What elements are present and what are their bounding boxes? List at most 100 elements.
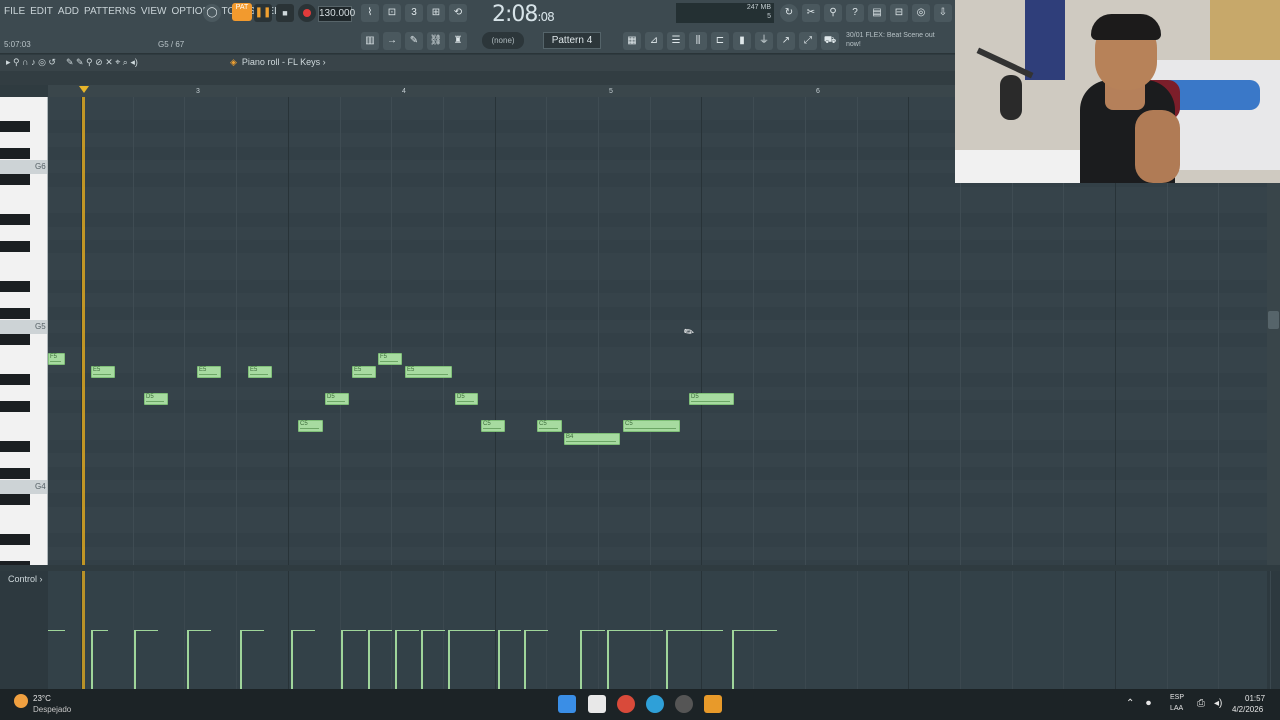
chat-icon[interactable]: ◎	[912, 4, 930, 22]
piano-note[interactable]: D5	[689, 393, 734, 405]
weather-description[interactable]: Despejado	[33, 705, 71, 714]
language-code[interactable]: ESP	[1170, 694, 1184, 701]
clock-time[interactable]: 01:57	[1245, 694, 1265, 703]
velocity-grid[interactable]	[48, 571, 1272, 689]
piano-keyboard[interactable]: G6 G5 G4	[0, 97, 48, 565]
weather-sun-icon[interactable]	[14, 694, 28, 708]
black-key[interactable]	[0, 280, 30, 292]
black-key[interactable]	[0, 214, 30, 226]
scrollbar-thumb[interactable]	[1268, 311, 1279, 329]
piano-note[interactable]: C5	[298, 420, 323, 432]
menu-view[interactable]: VIEW	[141, 6, 167, 17]
mixer-icon[interactable]: ⊟	[890, 4, 908, 22]
velocity-stem[interactable]	[498, 630, 500, 689]
countdown-icon[interactable]: 3	[405, 4, 423, 22]
velocity-stem[interactable]	[240, 630, 242, 689]
microphone-icon[interactable]: ⚲	[824, 4, 842, 22]
velocity-stem[interactable]	[368, 630, 370, 689]
cart-icon[interactable]: ⛟	[821, 32, 839, 50]
link-icon[interactable]: ⛓	[427, 32, 445, 50]
black-key[interactable]	[0, 174, 30, 186]
vertical-scrollbar[interactable]	[1267, 183, 1280, 565]
piano-roll-icon[interactable]: ⊿	[645, 32, 663, 50]
piano-note[interactable]: E5	[352, 366, 376, 378]
playhead-line[interactable]	[82, 97, 85, 565]
velocity-stem[interactable]	[448, 630, 450, 689]
mic-tray-icon[interactable]: ⏺	[1146, 698, 1151, 709]
black-key[interactable]	[0, 147, 30, 159]
black-key[interactable]	[0, 121, 30, 132]
playlist-icon[interactable]: ▦	[623, 32, 641, 50]
obs-icon[interactable]	[675, 695, 693, 713]
clock-date[interactable]: 4/2/2026	[1232, 705, 1263, 714]
mixer-view-icon[interactable]: ⫼	[689, 32, 707, 50]
file-explorer-icon[interactable]	[588, 695, 606, 713]
download-icon[interactable]: ⇩	[934, 4, 952, 22]
snap-select[interactable]: (none)	[482, 32, 524, 49]
loop-record-icon[interactable]: ⟲	[449, 4, 467, 22]
black-key[interactable]	[0, 374, 30, 386]
start-windows-icon[interactable]	[558, 695, 576, 713]
piano-note[interactable]: E5	[91, 366, 115, 378]
menu-edit[interactable]: EDIT	[30, 6, 53, 17]
velocity-stem[interactable]	[91, 630, 93, 689]
black-key[interactable]	[0, 440, 30, 452]
tempo-display[interactable]: 130.000	[318, 6, 355, 22]
control-label[interactable]: Control ›	[8, 574, 43, 584]
tool-icons[interactable]: ▸ ⚲ ∩ ♪ ◎ ↺ ✎ ✎ ⚲ ⊘ ✕ ⌖ ⌕ ◂)	[6, 57, 138, 68]
menu-add[interactable]: ADD	[58, 6, 79, 17]
piano-note[interactable]: E5	[248, 366, 272, 378]
velocity-stem[interactable]	[341, 630, 343, 689]
piano-note[interactable]: F5	[378, 353, 402, 365]
piano-note[interactable]: C5	[537, 420, 562, 432]
pattern-mode-button[interactable]: PAT	[232, 3, 252, 21]
black-key[interactable]	[0, 400, 30, 412]
black-key[interactable]	[0, 560, 30, 565]
plug-icon[interactable]: ⏚	[755, 32, 773, 50]
velocity-stem[interactable]	[524, 630, 526, 689]
menu-patterns[interactable]: PATTERNS	[84, 6, 136, 17]
velocity-stem[interactable]	[580, 630, 582, 689]
save-icon[interactable]: ▤	[868, 4, 886, 22]
velocity-stem[interactable]	[395, 630, 397, 689]
piano-note[interactable]: F5	[48, 353, 65, 365]
stamp-icon[interactable]: ♜	[449, 32, 467, 50]
channel-rack-icon[interactable]: ☰	[667, 32, 685, 50]
playhead-marker[interactable]	[79, 86, 89, 93]
wait-input-icon[interactable]: ⊡	[383, 4, 401, 22]
cut-icon[interactable]: ✂	[802, 4, 820, 22]
velocity-stem[interactable]	[421, 630, 423, 689]
black-key[interactable]	[0, 240, 30, 252]
piano-note[interactable]: C5	[623, 420, 680, 432]
black-key[interactable]	[0, 534, 30, 546]
stop-button[interactable]: ■	[276, 4, 294, 22]
piano-note[interactable]: B4	[564, 433, 620, 445]
help-icon[interactable]: ?	[846, 4, 864, 22]
step-edit-icon[interactable]: ⊞	[427, 4, 445, 22]
weather-temperature[interactable]: 23°C	[33, 694, 51, 703]
undo-history-icon[interactable]: ↻	[780, 4, 798, 22]
velocity-stem[interactable]	[291, 630, 293, 689]
pencil-icon[interactable]: ✎	[405, 32, 423, 50]
piano-note[interactable]: E5	[405, 366, 452, 378]
pitch-knob-icon[interactable]: ◯	[203, 4, 221, 22]
menu-file[interactable]: FILE	[4, 6, 25, 17]
piano-note[interactable]: D5	[455, 393, 478, 405]
chrome-icon[interactable]	[617, 695, 635, 713]
wand-icon[interactable]: ⤢	[799, 32, 817, 50]
piano-note[interactable]: C5	[481, 420, 505, 432]
black-key[interactable]	[0, 307, 30, 319]
tempo-tap-icon[interactable]: ↗	[777, 32, 795, 50]
velocity-stem[interactable]	[607, 630, 609, 689]
network-icon[interactable]: ⎙	[1197, 698, 1205, 709]
record-button[interactable]	[298, 4, 316, 22]
black-key[interactable]	[0, 334, 30, 346]
plugin-icon[interactable]: ▮	[733, 32, 751, 50]
piano-note[interactable]: D5	[144, 393, 168, 405]
pattern-overview[interactable]	[0, 71, 955, 85]
keyboard-icon[interactable]: ▥	[361, 32, 379, 50]
browser-icon[interactable]: ⊏	[711, 32, 729, 50]
play-button[interactable]: ❚❚	[254, 4, 272, 22]
arrow-icon[interactable]: →	[383, 32, 401, 50]
volume-icon[interactable]: ◂)	[1214, 698, 1222, 709]
